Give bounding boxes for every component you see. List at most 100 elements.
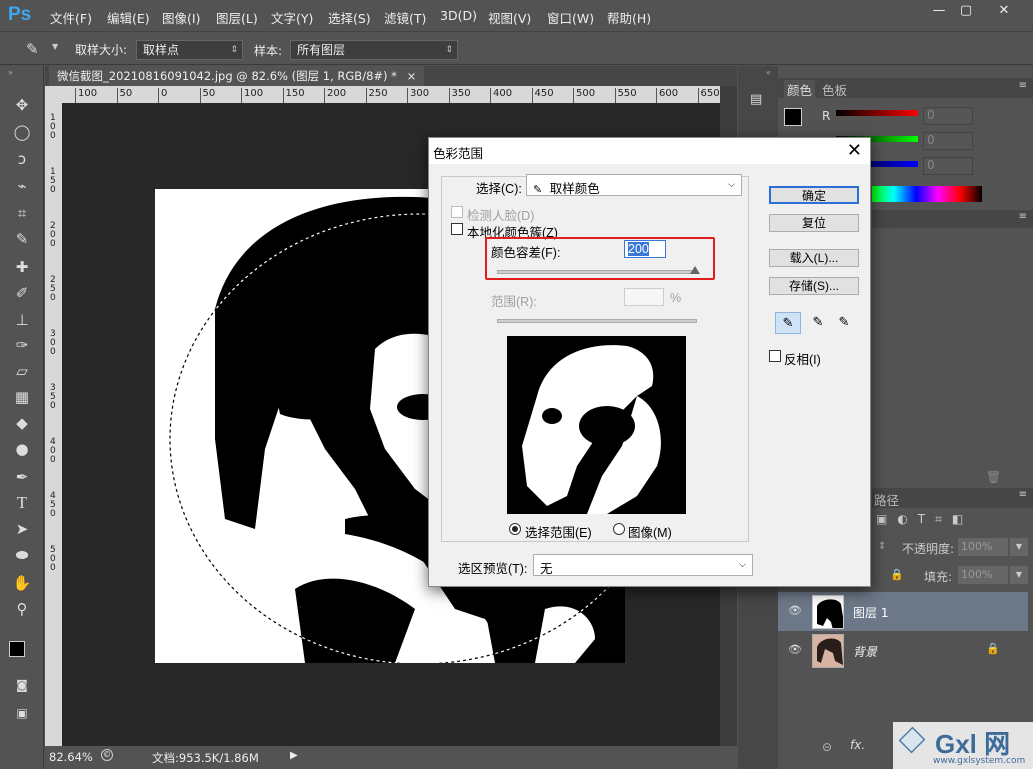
eyedropper-subtract-icon[interactable]: ✎ [831, 312, 857, 334]
move-tool-icon[interactable]: ✥ [10, 94, 34, 116]
menu-view[interactable]: 视图(V) [488, 8, 531, 27]
path-select-tool-icon[interactable]: ➤ [10, 518, 34, 540]
history-icon[interactable]: ▤ [750, 92, 762, 107]
marquee-tool-icon[interactable]: ◯ [10, 121, 34, 143]
blur-tool-icon[interactable]: ◆ [10, 412, 34, 434]
eyedropper-sample-icon[interactable]: ✎ [775, 312, 801, 334]
layer-row-1[interactable]: 👁 图层 1 [778, 592, 1028, 632]
menu-layer[interactable]: 图层(L) [216, 8, 258, 27]
foreground-color-swatch[interactable] [784, 108, 802, 126]
reset-button[interactable]: 复位 [769, 214, 859, 232]
eye-icon[interactable]: 👁 [788, 643, 802, 656]
fx-icon[interactable]: fx. [850, 738, 865, 752]
collapse-icon[interactable]: « [766, 68, 771, 77]
tab-paths[interactable]: 路径 [874, 490, 899, 509]
eyedropper-add-icon[interactable]: ✎ [805, 312, 831, 334]
tool-preset-arrow-icon[interactable]: ▼ [52, 42, 58, 51]
color-ramp[interactable] [872, 186, 982, 202]
blend-mode-spinner-icon[interactable]: ⇕ [878, 541, 886, 552]
panel-menu-icon[interactable]: ≡ [1019, 211, 1027, 222]
maximize-button[interactable]: ▢ [952, 2, 980, 20]
ok-button[interactable]: 确定 [769, 186, 859, 204]
layer-name[interactable]: 图层 1 [853, 604, 888, 621]
close-tab-icon[interactable]: × [407, 69, 417, 83]
ruler-tick-label: 0 [158, 88, 167, 103]
layer-filter-icons[interactable]: ▣◐T⌗◧ [876, 512, 973, 527]
menu-image[interactable]: 图像(I) [162, 8, 200, 27]
pen-tool-icon[interactable]: ✒ [10, 466, 34, 488]
save-button[interactable]: 存储(S)... [769, 277, 859, 295]
sample-size-select[interactable]: 取样点 ⇕ [136, 40, 243, 60]
localized-checkbox[interactable] [451, 223, 463, 235]
tab-color[interactable]: 颜色 [784, 80, 816, 99]
channel-r-value[interactable]: 0 [923, 107, 973, 125]
brush-tool-icon[interactable]: ✐ [10, 282, 34, 304]
fuzziness-input[interactable]: 200 [624, 240, 666, 258]
foreground-color-swatch[interactable] [9, 641, 25, 657]
panel-menu-icon[interactable]: ≡ [1019, 80, 1027, 91]
opacity-input[interactable]: 100% [958, 538, 1008, 556]
panel-menu-icon[interactable]: ≡ [1019, 489, 1027, 500]
eyedropper-tool-icon[interactable]: ✎ [10, 228, 34, 250]
lock-icon[interactable]: 🔒 [890, 568, 904, 581]
stamp-tool-icon[interactable]: ⊥ [10, 309, 34, 331]
collapse-icon[interactable]: » [8, 68, 13, 77]
shape-tool-icon[interactable]: ⬬ [10, 544, 34, 566]
select-dropdown[interactable]: ✎ 取样颜色 ⌵ [526, 174, 742, 196]
close-window-button[interactable]: ✕ [990, 2, 1018, 20]
menu-edit[interactable]: 编辑(E) [107, 8, 150, 27]
menu-filter[interactable]: 滤镜(T) [384, 8, 426, 27]
menu-type[interactable]: 文字(Y) [271, 8, 313, 27]
screen-mode-icon[interactable]: ▣ [10, 702, 34, 724]
dodge-tool-icon[interactable]: ● [10, 438, 34, 460]
layer-name[interactable]: 背景 [853, 643, 877, 660]
eraser-tool-icon[interactable]: ▱ [10, 360, 34, 382]
menu-help[interactable]: 帮助(H) [607, 8, 651, 27]
radio-selection[interactable] [509, 523, 521, 535]
tab-swatches[interactable]: 色板 [822, 80, 847, 99]
link-layers-icon[interactable]: ⊝ [822, 740, 832, 754]
zoom-tool-icon[interactable]: ⚲ [10, 598, 34, 620]
history-brush-icon[interactable]: ✑ [10, 334, 34, 356]
channel-r-slider[interactable] [836, 110, 918, 116]
document-tab[interactable]: 微信截图_20210816091042.jpg @ 82.6% (图层 1, R… [49, 66, 425, 86]
load-button[interactable]: 载入(L)... [769, 249, 859, 267]
lasso-tool-icon[interactable]: ↄ [10, 148, 34, 170]
menu-file[interactable]: 文件(F) [50, 8, 92, 27]
type-tool-icon[interactable]: T [10, 492, 34, 514]
zoom-level[interactable]: 82.64% [49, 750, 93, 764]
layer-row-background[interactable]: 👁 背景 🔒 [778, 631, 1028, 671]
fill-dropdown-icon[interactable]: ▼ [1010, 566, 1028, 584]
sample-select[interactable]: 所有图层 ⇕ [290, 40, 458, 60]
trash-icon[interactable]: 🗑 [986, 470, 1001, 484]
minimize-button[interactable]: — [925, 2, 953, 20]
eye-icon[interactable]: 👁 [788, 604, 802, 617]
crop-tool-icon[interactable]: ⌗ [10, 202, 34, 224]
quick-select-tool-icon[interactable]: ⌁ [10, 175, 34, 197]
layer-thumbnail [812, 634, 844, 668]
selection-preview[interactable] [507, 336, 686, 514]
opacity-dropdown-icon[interactable]: ▼ [1010, 538, 1028, 556]
healing-tool-icon[interactable]: ✚ [10, 256, 34, 278]
menu-window[interactable]: 窗口(W) [547, 8, 594, 27]
quick-mask-icon[interactable]: ◙ [10, 674, 34, 696]
status-menu-arrow[interactable]: ▶ [290, 750, 298, 761]
invert-checkbox[interactable] [769, 350, 781, 362]
channel-g-value[interactable]: 0 [923, 132, 973, 150]
hand-tool-icon[interactable]: ✋ [10, 572, 34, 594]
menu-3d[interactable]: 3D(D) [440, 8, 477, 23]
fuzziness-slider-thumb[interactable] [690, 266, 700, 274]
menu-select[interactable]: 选择(S) [328, 8, 371, 27]
gradient-tool-icon[interactable]: ▦ [10, 386, 34, 408]
dialog-close-button[interactable]: ✕ [847, 140, 862, 161]
radio-image[interactable] [613, 523, 625, 535]
eyedropper-icon[interactable]: ✎ [26, 40, 39, 58]
channel-b-value[interactable]: 0 [923, 157, 973, 175]
detect-faces-checkbox[interactable] [451, 206, 463, 218]
preview-mode-dropdown[interactable]: 无 ⌵ [533, 554, 753, 576]
fill-input[interactable]: 100% [958, 566, 1008, 584]
info-icon[interactable]: © [101, 749, 113, 761]
document-size: 文档:953.5K/1.86M [152, 751, 259, 765]
eyedropper-icon: ✎ [533, 184, 543, 196]
fuzziness-slider[interactable] [497, 270, 697, 274]
